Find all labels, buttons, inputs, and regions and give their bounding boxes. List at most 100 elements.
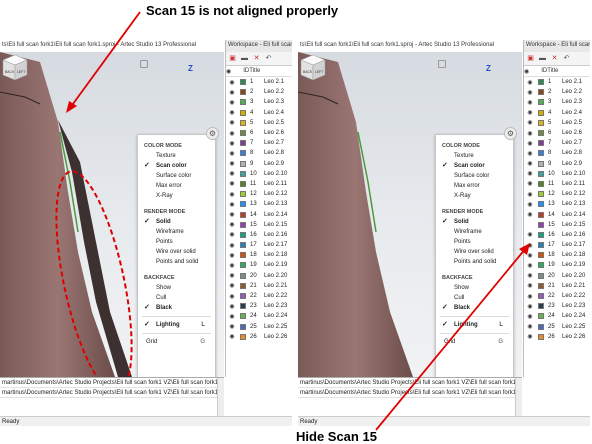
undo-icon[interactable]: ↶ xyxy=(562,54,571,63)
visibility-eye-icon[interactable]: ◉ xyxy=(524,272,536,279)
visibility-eye-icon[interactable]: ◉ xyxy=(524,119,536,126)
visibility-eye-icon[interactable]: ◉ xyxy=(524,170,536,177)
visibility-eye-icon[interactable]: ◉ xyxy=(524,231,536,238)
scan-tool-icon[interactable]: ▣ xyxy=(526,54,535,63)
folder-icon[interactable]: ▬ xyxy=(240,54,249,63)
workspace-row[interactable]: ◉ 2 Leo 2.2 xyxy=(226,87,292,97)
visibility-eye-icon[interactable]: ◉ xyxy=(524,130,536,137)
workspace-row[interactable]: ◉ 19 Leo 2.19 xyxy=(524,260,590,270)
workspace-row[interactable]: ◉ 23 Leo 2.23 xyxy=(226,301,292,311)
visibility-eye-icon[interactable]: ◉ xyxy=(226,99,238,106)
workspace-row[interactable]: ◉ 13 Leo 2.13 xyxy=(524,199,590,209)
workspace-row[interactable]: ◉ 24 Leo 2.24 xyxy=(226,311,292,321)
visibility-eye-icon[interactable]: ◉ xyxy=(524,109,536,116)
menu-item-black[interactable]: ✓ Black xyxy=(436,303,513,313)
workspace-row[interactable]: ◉ 4 Leo 2.4 xyxy=(524,108,590,118)
folder-icon[interactable]: ▬ xyxy=(538,54,547,63)
3d-viewport[interactable]: BACK LEFT Z ⚙ COLOR MODE Texture ✓ Scan c… xyxy=(0,52,224,377)
menu-item-x-ray[interactable]: X-Ray xyxy=(436,191,513,201)
visibility-eye-icon[interactable]: ◉ xyxy=(226,252,238,259)
workspace-row[interactable]: ◉ 14 Leo 2.14 xyxy=(524,209,590,219)
visibility-eye-icon[interactable]: ◉ xyxy=(226,150,238,157)
visibility-eye-icon[interactable]: ◉ xyxy=(226,303,238,310)
pin-icon[interactable] xyxy=(438,60,446,68)
visibility-eye-icon[interactable]: ◉ xyxy=(226,140,238,147)
visibility-eye-icon[interactable]: ◉ xyxy=(226,262,238,269)
visibility-eye-icon[interactable]: ◉ xyxy=(226,293,238,300)
workspace-row[interactable]: ◉ 26 Leo 2.26 xyxy=(524,332,590,342)
visibility-eye-icon[interactable]: ◉ xyxy=(226,211,238,218)
menu-item-points[interactable]: Points xyxy=(436,237,513,247)
workspace-row[interactable]: ◉ 4 Leo 2.4 xyxy=(226,108,292,118)
visibility-eye-icon[interactable]: ◉ xyxy=(524,242,536,249)
visibility-eye-icon[interactable]: ◉ xyxy=(226,119,238,126)
menu-item-grid[interactable]: Grid G xyxy=(436,337,513,347)
visibility-eye-icon[interactable]: ◉ xyxy=(524,160,536,167)
workspace-row[interactable]: ◉ 2 Leo 2.2 xyxy=(524,87,590,97)
visibility-eye-icon[interactable]: ◉ xyxy=(226,89,238,96)
workspace-row[interactable]: 15 Leo 2.15 xyxy=(524,220,590,230)
delete-icon[interactable]: ✕ xyxy=(252,54,261,63)
orientation-cube-icon[interactable]: BACK LEFT xyxy=(298,52,328,82)
workspace-row[interactable]: ◉ 11 Leo 2.11 xyxy=(524,179,590,189)
visibility-eye-icon[interactable]: ◉ xyxy=(524,191,536,198)
workspace-row[interactable]: ◉ 6 Leo 2.6 xyxy=(524,128,590,138)
workspace-row[interactable]: ◉ 20 Leo 2.20 xyxy=(226,271,292,281)
visibility-eye-icon[interactable]: ◉ xyxy=(524,180,536,187)
workspace-row[interactable]: ◉ 10 Leo 2.10 xyxy=(524,169,590,179)
log-scrollbar[interactable] xyxy=(515,378,522,418)
workspace-row[interactable]: ◉ 21 Leo 2.21 xyxy=(524,281,590,291)
workspace-row[interactable]: ◉ 12 Leo 2.12 xyxy=(524,189,590,199)
visibility-eye-icon[interactable]: ◉ xyxy=(226,201,238,208)
log-scrollbar[interactable] xyxy=(217,378,224,418)
visibility-eye-icon[interactable]: ◉ xyxy=(226,231,238,238)
workspace-row[interactable]: ◉ 23 Leo 2.23 xyxy=(524,301,590,311)
visibility-eye-icon[interactable]: ◉ xyxy=(524,303,536,310)
workspace-row[interactable]: ◉ 22 Leo 2.22 xyxy=(226,291,292,301)
visibility-eye-icon[interactable]: ◉ xyxy=(226,160,238,167)
workspace-row[interactable]: ◉ 1 Leo 2.1 xyxy=(524,77,590,87)
visibility-eye-icon[interactable]: ◉ xyxy=(524,282,536,289)
workspace-row[interactable]: ◉ 5 Leo 2.5 xyxy=(524,118,590,128)
visibility-eye-icon[interactable]: ◉ xyxy=(524,99,536,106)
workspace-row[interactable]: ◉ 7 Leo 2.7 xyxy=(226,138,292,148)
visibility-eye-icon[interactable]: ◉ xyxy=(524,323,536,330)
workspace-row[interactable]: ◉ 24 Leo 2.24 xyxy=(524,311,590,321)
visibility-eye-icon[interactable]: ◉ xyxy=(226,242,238,249)
menu-item-wireframe[interactable]: Wireframe xyxy=(436,227,513,237)
workspace-row[interactable]: ◉ 9 Leo 2.9 xyxy=(226,159,292,169)
visibility-eye-icon[interactable]: ◉ xyxy=(226,221,238,228)
visibility-eye-icon[interactable]: ◉ xyxy=(226,109,238,116)
workspace-row[interactable]: ◉ 17 Leo 2.17 xyxy=(524,240,590,250)
visibility-eye-icon[interactable]: ◉ xyxy=(226,333,238,340)
workspace-row[interactable]: ◉ 25 Leo 2.25 xyxy=(524,322,590,332)
visibility-eye-icon[interactable]: ◉ xyxy=(524,252,536,259)
workspace-row[interactable]: ◉ 5 Leo 2.5 xyxy=(226,118,292,128)
workspace-row[interactable]: ◉ 1 Leo 2.1 xyxy=(226,77,292,87)
workspace-row[interactable]: ◉ 17 Leo 2.17 xyxy=(226,240,292,250)
workspace-row[interactable]: ◉ 6 Leo 2.6 xyxy=(226,128,292,138)
visibility-eye-icon[interactable]: ◉ xyxy=(226,323,238,330)
visibility-eye-icon[interactable]: ◉ xyxy=(524,293,536,300)
3d-viewport[interactable]: BACK LEFT Z ⚙ COLOR MODE Texture ✓ Scan c… xyxy=(298,52,522,377)
visibility-eye-icon[interactable]: ◉ xyxy=(226,170,238,177)
workspace-row[interactable]: ◉ 16 Leo 2.16 xyxy=(226,230,292,240)
workspace-row[interactable]: ◉ 18 Leo 2.18 xyxy=(226,250,292,260)
visibility-eye-icon[interactable]: ◉ xyxy=(524,150,536,157)
visibility-eye-icon[interactable]: ◉ xyxy=(524,140,536,147)
workspace-row[interactable]: ◉ 19 Leo 2.19 xyxy=(226,260,292,270)
delete-icon[interactable]: ✕ xyxy=(550,54,559,63)
menu-item-max-error[interactable]: Max error xyxy=(436,181,513,191)
menu-item-show[interactable]: Show xyxy=(436,283,513,293)
visibility-eye-icon[interactable]: ◉ xyxy=(226,130,238,137)
scan-tool-icon[interactable]: ▣ xyxy=(228,54,237,63)
visibility-eye-icon[interactable]: ◉ xyxy=(524,201,536,208)
menu-item-texture[interactable]: Texture xyxy=(436,151,513,161)
menu-item-solid[interactable]: ✓ Solid xyxy=(436,217,513,227)
menu-item-points-and-solid[interactable]: Points and solid xyxy=(436,257,513,267)
workspace-row[interactable]: ◉ 22 Leo 2.22 xyxy=(524,291,590,301)
visibility-eye-icon[interactable]: ◉ xyxy=(226,191,238,198)
workspace-row[interactable]: ◉ 21 Leo 2.21 xyxy=(226,281,292,291)
workspace-row[interactable]: ◉ 20 Leo 2.20 xyxy=(524,271,590,281)
workspace-row[interactable]: ◉ 8 Leo 2.8 xyxy=(226,148,292,158)
